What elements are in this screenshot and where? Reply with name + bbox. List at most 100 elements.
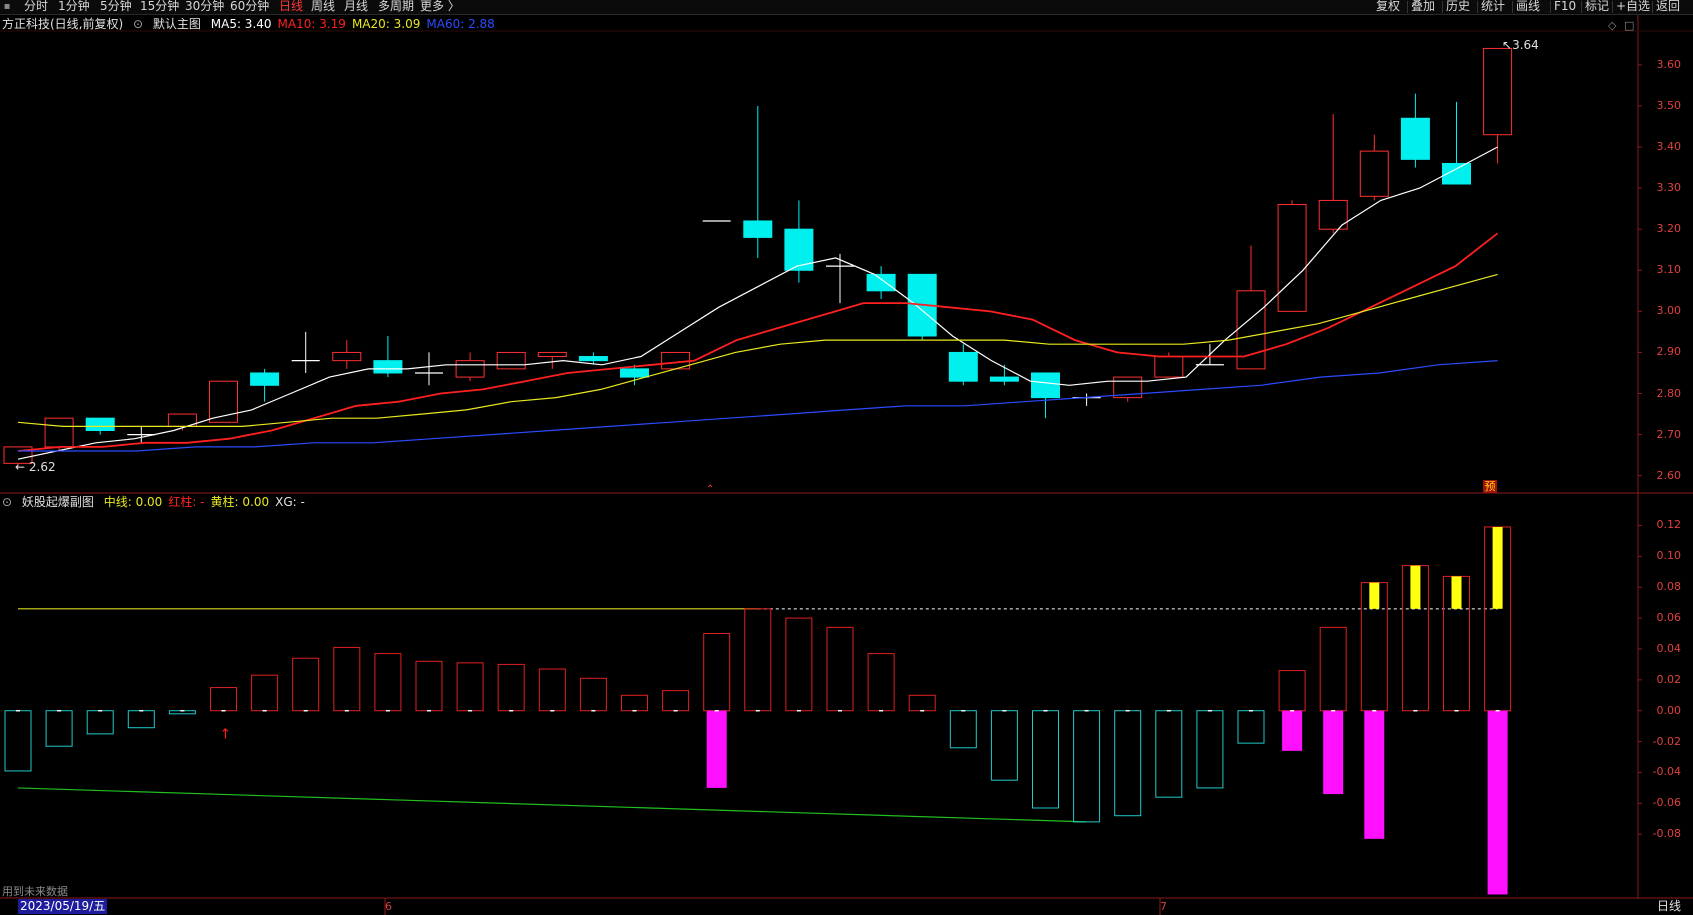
red-bar — [374, 653, 402, 712]
indicator-bar-11 — [456, 662, 484, 712]
indicator-bar-13 — [538, 668, 566, 712]
indicator-tick-10: -0.08 — [1652, 827, 1681, 841]
red-bar — [1278, 670, 1306, 712]
red-bar — [210, 687, 237, 712]
lower-band-line — [17, 787, 1087, 823]
indicator-bar-34 — [1401, 565, 1429, 712]
indicator-bar-5 — [210, 687, 237, 712]
indicator-bar-27 — [1114, 709, 1142, 817]
indicator-tick-9: -0.06 — [1652, 796, 1681, 810]
indicator-bar-19 — [785, 617, 813, 712]
future-data-note: 用到未来数据 — [2, 885, 68, 898]
min-price-label: ← 2.62 — [15, 460, 56, 474]
red-bar — [744, 608, 772, 712]
indicator-bar-12 — [497, 663, 525, 712]
indicator-tick-0: 0.12 — [1656, 518, 1682, 532]
indicator-bar-22 — [908, 694, 936, 712]
price-tick-7: 2.90 — [1656, 345, 1682, 359]
red-bar — [251, 674, 279, 712]
indicator-bar-30 — [1237, 709, 1265, 744]
indicator-bar-9 — [374, 653, 402, 712]
cyan-bar — [1114, 710, 1142, 817]
price-tick-9: 2.70 — [1656, 427, 1682, 441]
price-tick-1: 3.50 — [1656, 98, 1682, 112]
indicator-bar-24 — [990, 709, 1018, 781]
red-bar — [867, 653, 895, 712]
cyan-bar — [990, 710, 1018, 781]
indicator-bar-18 — [744, 608, 772, 712]
price-tick-3: 3.30 — [1656, 181, 1682, 195]
cyan-bar — [127, 710, 155, 729]
red-bar — [785, 617, 813, 712]
indicator-bar-26 — [1073, 709, 1101, 823]
indicator-bar-14 — [579, 677, 607, 712]
indicator-bar-1 — [45, 709, 73, 747]
indicator-bar-33 — [1360, 582, 1388, 839]
cyan-bar — [86, 710, 114, 735]
price-tick-0: 3.60 — [1656, 57, 1682, 71]
indicator-tick-5: 0.02 — [1656, 672, 1682, 686]
red-bar — [415, 660, 443, 712]
yellow-bar — [1369, 582, 1380, 609]
indicator-tick-4: 0.04 — [1656, 641, 1682, 655]
indicator-bar-3 — [127, 709, 155, 729]
indicator-bar-8 — [333, 646, 361, 712]
red-bar — [703, 633, 731, 712]
magenta-bar — [1487, 710, 1508, 895]
month-label-july: 7 — [1160, 900, 1167, 913]
cyan-bar — [4, 710, 32, 772]
indicator-bar-17 — [703, 633, 731, 788]
red-bar — [826, 626, 854, 712]
indicator-bar-16 — [662, 690, 690, 712]
indicator-bar-4 — [168, 709, 196, 715]
price-tick-2: 3.40 — [1656, 140, 1682, 154]
price-tick-6: 3.00 — [1656, 304, 1682, 318]
indicator-bar-31 — [1278, 670, 1306, 751]
red-bar — [908, 694, 936, 712]
magenta-bar — [1282, 710, 1303, 751]
magenta-bar — [706, 710, 727, 788]
magenta-bar — [1364, 710, 1385, 839]
month-label-june: 6 — [385, 900, 392, 913]
red-bar — [497, 663, 525, 712]
indicator-bar-7 — [292, 657, 320, 712]
indicator-bar-20 — [826, 626, 854, 712]
red-bar — [292, 657, 320, 712]
indicator-bar-2 — [86, 709, 114, 735]
sub-indicator-chart[interactable]: ↑ — [0, 0, 1693, 915]
indicator-bar-32 — [1319, 626, 1347, 795]
indicator-tick-7: -0.02 — [1652, 734, 1681, 748]
indicator-bar-6 — [251, 674, 279, 712]
red-bar — [662, 690, 690, 712]
indicator-bar-29 — [1196, 709, 1224, 789]
indicator-tick-6: 0.00 — [1656, 703, 1682, 717]
yellow-bar — [1492, 526, 1503, 609]
indicator-tick-8: -0.04 — [1652, 765, 1681, 779]
indicator-tick-2: 0.08 — [1656, 580, 1682, 594]
red-bar — [579, 677, 607, 712]
red-bar — [1319, 626, 1347, 712]
indicator-bar-21 — [867, 653, 895, 712]
price-tick-10: 2.60 — [1656, 468, 1682, 482]
period-label: 日线 — [1656, 899, 1681, 913]
indicator-bar-23 — [949, 709, 977, 749]
indicator-bar-0 — [4, 709, 32, 772]
max-price-label: ↖3.64 — [1502, 38, 1539, 52]
signal-arrow-icon: ↑ — [220, 727, 232, 743]
yellow-bar — [1451, 576, 1462, 609]
indicator-bar-15 — [621, 694, 648, 712]
magenta-bar — [1323, 710, 1344, 795]
indicator-bar-36 — [1484, 526, 1512, 895]
red-bar — [456, 662, 484, 712]
indicator-tick-3: 0.06 — [1656, 611, 1682, 625]
yellow-bar — [1410, 565, 1421, 609]
cyan-bar — [1073, 710, 1101, 823]
red-bar — [538, 668, 566, 712]
price-tick-8: 2.80 — [1656, 386, 1682, 400]
cyan-bar — [1196, 710, 1224, 789]
indicator-bar-28 — [1155, 709, 1183, 798]
price-tick-5: 3.10 — [1656, 263, 1682, 277]
cyan-bar — [1237, 710, 1265, 744]
indicator-bar-25 — [1032, 709, 1059, 809]
cyan-bar — [1032, 710, 1059, 809]
